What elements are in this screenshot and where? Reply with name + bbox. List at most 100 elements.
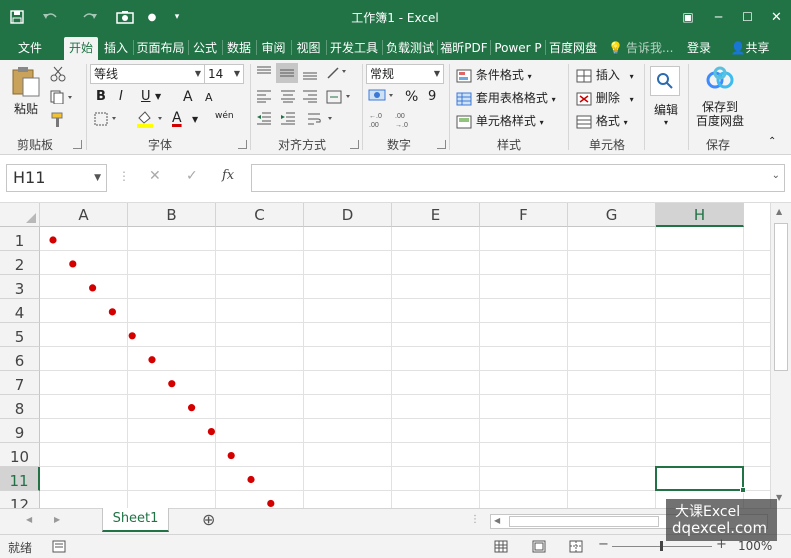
format-as-table-button[interactable]: 套用表格格式 ▾	[456, 89, 556, 106]
tab-formulas[interactable]: 公式	[190, 37, 220, 60]
vertical-scrollbar[interactable]: ▲ ▼	[770, 203, 791, 508]
increase-indent-icon[interactable]	[280, 112, 296, 125]
zoom-slider[interactable]	[612, 541, 712, 551]
customize-toolbar-icon[interactable]: ▾	[170, 0, 184, 34]
ribbon-display-button[interactable]: ▣	[672, 0, 704, 34]
share-button[interactable]: 👤共享	[724, 37, 776, 60]
cell-styles-button[interactable]: 单元格样式 ▾	[456, 112, 544, 129]
scroll-up-icon[interactable]: ▲	[776, 207, 782, 216]
collapse-ribbon-icon[interactable]: ⌃	[768, 136, 776, 147]
number-format-select[interactable]: 常规 ▼	[366, 64, 444, 84]
enter-entry-button[interactable]: ✓	[186, 168, 198, 184]
maximize-button[interactable]: ☐	[733, 0, 762, 34]
formula-input[interactable]: ⌄	[251, 164, 785, 192]
conditional-formatting-button[interactable]: 条件格式 ▾	[456, 66, 532, 83]
cut-icon[interactable]	[50, 66, 66, 82]
next-sheet-icon[interactable]: ▶	[54, 515, 60, 524]
wrap-text-icon[interactable]	[306, 111, 336, 127]
macro-record-icon[interactable]	[52, 540, 66, 553]
scatter-point	[128, 332, 136, 340]
tab-page-layout[interactable]: 页面布局	[135, 37, 186, 60]
number-launcher[interactable]	[437, 140, 446, 149]
align-middle-button[interactable]	[276, 63, 298, 83]
tab-baidu-netdisk[interactable]: 百度网盘	[547, 37, 599, 60]
font-color-button[interactable]: A	[172, 110, 182, 126]
decrease-decimal-icon[interactable]: .00→.0	[394, 110, 416, 128]
close-button[interactable]: ✕	[762, 0, 791, 34]
alignment-launcher[interactable]	[350, 140, 359, 149]
redo-icon[interactable]	[74, 0, 104, 34]
comma-style-button[interactable]: 9	[428, 89, 436, 104]
prev-sheet-icon[interactable]: ◀	[26, 515, 32, 524]
decrease-indent-icon[interactable]	[256, 112, 272, 125]
shrink-font-button[interactable]: A	[205, 91, 213, 104]
increase-decimal-icon[interactable]: ←.0.00	[368, 110, 390, 128]
font-size-select[interactable]: 14 ▼	[204, 64, 244, 84]
align-top-icon[interactable]	[256, 66, 272, 78]
italic-button[interactable]: I	[119, 89, 123, 104]
undo-icon[interactable]	[36, 0, 66, 34]
tab-developer[interactable]: 开发工具	[328, 37, 380, 60]
worksheet-grid[interactable]: ABCDEFGH 1 2 3 4 5 6 7 8 9 10 11 12	[0, 203, 791, 508]
insert-cells-button[interactable]: 插入 ▾	[576, 66, 634, 83]
copy-icon[interactable]	[50, 90, 74, 104]
normal-view-icon[interactable]	[494, 540, 508, 553]
find-select-button[interactable]: 编辑 ▾	[650, 66, 682, 128]
fill-color-icon[interactable]	[136, 110, 166, 128]
minimize-button[interactable]: ─	[704, 0, 733, 34]
chevron-down-icon[interactable]: ▼	[192, 115, 198, 124]
expand-formula-icon[interactable]: ⌄	[772, 170, 780, 181]
bold-button[interactable]: B	[96, 89, 106, 104]
camera-icon[interactable]	[113, 0, 137, 34]
underline-dropdown-icon[interactable]: ▼	[155, 92, 161, 101]
tab-file[interactable]: 文件	[8, 37, 52, 60]
tab-data[interactable]: 数据	[224, 37, 254, 60]
clipboard-launcher[interactable]	[73, 140, 82, 149]
align-left-icon[interactable]	[256, 90, 272, 103]
format-painter-icon[interactable]	[50, 112, 66, 128]
align-center-icon[interactable]	[280, 90, 296, 103]
text-orientation-icon[interactable]	[326, 64, 348, 80]
align-bottom-icon[interactable]	[302, 68, 318, 80]
tab-insert[interactable]: 插入	[100, 37, 132, 60]
percent-button[interactable]: %	[405, 89, 418, 105]
splitter-icon[interactable]: ⋮	[470, 514, 480, 525]
zoom-out-button[interactable]: −	[598, 537, 609, 552]
tab-foxit-pdf[interactable]: 福昕PDF	[439, 37, 489, 60]
dot-icon[interactable]: ●	[145, 0, 159, 34]
currency-icon[interactable]	[368, 88, 398, 104]
underline-button[interactable]: U	[141, 89, 151, 104]
zoom-slider-thumb[interactable]	[660, 541, 663, 551]
font-launcher[interactable]	[238, 140, 247, 149]
delete-cells-button[interactable]: 删除 ▾	[576, 89, 634, 106]
tab-power-pivot[interactable]: Power P	[492, 37, 544, 60]
vertical-scroll-thumb[interactable]	[774, 223, 788, 371]
page-break-view-icon[interactable]	[569, 540, 583, 553]
align-right-icon[interactable]	[302, 90, 318, 103]
zoom-level[interactable]: 100%	[738, 539, 772, 553]
save-to-baidu-button[interactable]: 保存到 百度网盘	[692, 64, 748, 130]
tab-home[interactable]: 开始	[64, 37, 98, 60]
format-cells-button[interactable]: 格式 ▾	[576, 112, 628, 129]
sheet-tab-sheet1[interactable]: Sheet1	[102, 508, 169, 532]
horizontal-scroll-thumb[interactable]	[509, 516, 659, 527]
font-name-select[interactable]: 等线 ▼	[90, 64, 205, 84]
tab-load-test[interactable]: 负载测试	[384, 37, 436, 60]
tab-view[interactable]: 视图	[293, 37, 324, 60]
cancel-entry-button[interactable]: ✕	[149, 168, 161, 184]
tab-review[interactable]: 审阅	[258, 37, 289, 60]
login-link[interactable]: 登录	[684, 37, 714, 60]
merge-center-icon[interactable]	[326, 90, 354, 104]
name-box[interactable]: H11 ▼	[6, 164, 107, 192]
tell-me-search[interactable]: 💡 告诉我...	[608, 37, 678, 60]
paste-button[interactable]: 粘贴	[8, 66, 44, 122]
border-icon[interactable]	[94, 112, 120, 126]
save-icon[interactable]	[6, 0, 28, 34]
baidu-cloud-icon	[706, 66, 734, 89]
insert-function-button[interactable]: fx	[222, 168, 234, 183]
add-sheet-button[interactable]: ⊕	[202, 510, 215, 529]
page-layout-view-icon[interactable]	[532, 540, 546, 553]
phonetic-button[interactable]: wén	[215, 111, 234, 121]
scroll-left-icon[interactable]: ◀	[494, 516, 500, 525]
grow-font-button[interactable]: A	[183, 89, 193, 105]
